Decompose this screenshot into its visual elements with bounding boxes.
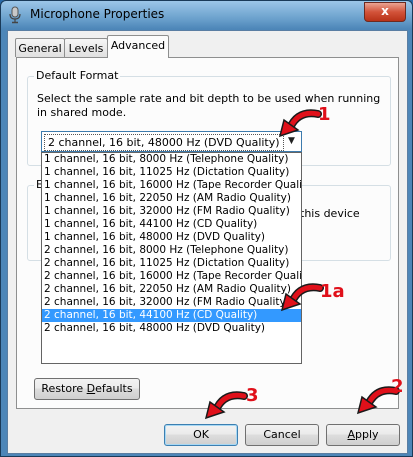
sample-rate-option[interactable]: 2 channel, 16 bit, 8000 Hz (Telephone Qu… bbox=[42, 244, 301, 257]
restore-defaults-button[interactable]: Restore Defaults bbox=[34, 378, 140, 400]
sample-rate-option[interactable]: 2 channel, 16 bit, 16000 Hz (Tape Record… bbox=[42, 270, 301, 283]
cancel-button[interactable]: Cancel bbox=[245, 424, 319, 446]
close-button[interactable]: x bbox=[364, 2, 406, 22]
sample-rate-option[interactable]: 2 channel, 16 bit, 48000 Hz (DVD Quality… bbox=[42, 322, 301, 335]
callout-2: 2 bbox=[391, 376, 404, 397]
tab-levels-label: Levels bbox=[68, 42, 104, 55]
microphone-icon bbox=[9, 6, 21, 24]
callout-1: 1 bbox=[318, 104, 331, 125]
apply-suffix: pply bbox=[355, 428, 379, 441]
annotation-arrow-3-icon bbox=[204, 391, 248, 420]
default-format-label: Default Format bbox=[34, 69, 121, 82]
sample-rate-option[interactable]: 1 channel, 16 bit, 11025 Hz (Dictation Q… bbox=[42, 166, 301, 179]
ok-label: OK bbox=[193, 428, 209, 441]
apply-button[interactable]: Apply bbox=[326, 424, 400, 446]
close-icon: x bbox=[381, 4, 389, 18]
annotation-arrow-1a-icon bbox=[280, 283, 324, 312]
annotation-arrow-1-icon bbox=[278, 109, 322, 138]
title-bar[interactable]: Microphone Properties x bbox=[1, 1, 412, 29]
sample-rate-option[interactable]: 2 channel, 16 bit, 44100 Hz (CD Quality) bbox=[42, 309, 301, 322]
callout-1a: 1a bbox=[320, 281, 345, 302]
apply-accel: A bbox=[347, 428, 355, 441]
cancel-label: Cancel bbox=[263, 428, 301, 441]
ok-button[interactable]: OK bbox=[164, 424, 238, 446]
tab-advanced-label: Advanced bbox=[110, 39, 166, 52]
sample-rate-selected: 2 channel, 16 bit, 48000 Hz (DVD Quality… bbox=[44, 134, 284, 151]
tab-general-label: General bbox=[18, 42, 62, 55]
sample-rate-option[interactable]: 2 channel, 16 bit, 32000 Hz (FM Radio Qu… bbox=[42, 296, 301, 309]
sample-rate-option[interactable]: 1 channel, 16 bit, 16000 Hz (Tape Record… bbox=[42, 179, 301, 192]
tab-advanced[interactable]: Advanced bbox=[107, 35, 169, 58]
sample-rate-option[interactable]: 1 channel, 16 bit, 32000 Hz (FM Radio Qu… bbox=[42, 205, 301, 218]
sample-rate-options-list[interactable]: 1 channel, 16 bit, 8000 Hz (Telephone Qu… bbox=[41, 152, 302, 364]
callout-3: 3 bbox=[246, 385, 259, 406]
sample-rate-option[interactable]: 1 channel, 16 bit, 48000 Hz (DVD Quality… bbox=[42, 231, 301, 244]
sample-rate-option[interactable]: 2 channel, 16 bit, 22050 Hz (AM Radio Qu… bbox=[42, 283, 301, 296]
exclusive-mode-text-fragment: this device bbox=[300, 207, 360, 220]
tab-general[interactable]: General bbox=[15, 38, 65, 57]
restore-prefix: Restore bbox=[41, 382, 87, 395]
restore-accel: D bbox=[86, 382, 96, 395]
sample-rate-option[interactable]: 2 channel, 16 bit, 11025 Hz (Dictation Q… bbox=[42, 257, 301, 270]
sample-rate-option[interactable]: 1 channel, 16 bit, 22050 Hz (AM Radio Qu… bbox=[42, 192, 301, 205]
sample-rate-option[interactable]: 1 channel, 16 bit, 44100 Hz (CD Quality) bbox=[42, 218, 301, 231]
sample-rate-dropdown[interactable]: 2 channel, 16 bit, 48000 Hz (DVD Quality… bbox=[41, 131, 302, 152]
restore-suffix: efaults bbox=[95, 382, 133, 395]
sample-rate-option[interactable]: 1 channel, 16 bit, 8000 Hz (Telephone Qu… bbox=[42, 153, 301, 166]
window-title: Microphone Properties bbox=[30, 7, 165, 21]
tab-levels[interactable]: Levels bbox=[64, 38, 108, 57]
